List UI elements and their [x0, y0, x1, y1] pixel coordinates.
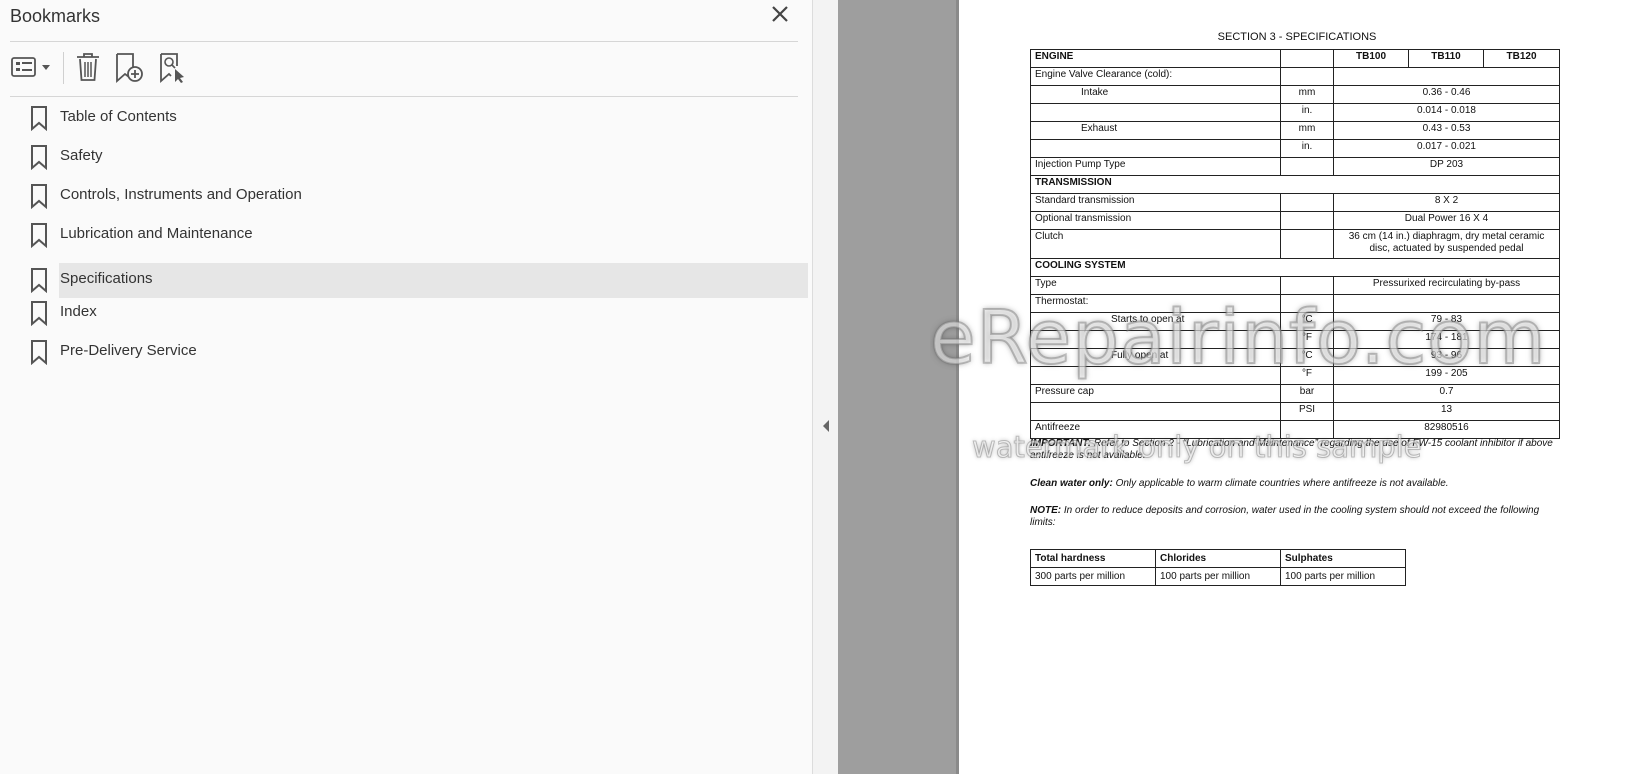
bookmark-label: Lubrication and Maintenance — [60, 225, 253, 242]
table-row: Starts to open at °C 79 - 83 — [1030, 312, 1560, 331]
table-row: Antifreeze 82980516 — [1030, 420, 1560, 439]
bookmark-icon — [30, 144, 48, 171]
close-icon[interactable] — [768, 2, 792, 26]
table-row: PSI 13 — [1030, 402, 1560, 421]
bookmark-icon — [30, 105, 48, 132]
bookmark-label: Safety — [60, 147, 103, 164]
table-row: Standard transmission 8 X 2 — [1030, 193, 1560, 212]
viewer-background — [838, 0, 959, 774]
collapse-panel-icon[interactable] — [821, 418, 831, 434]
bookmark-pre-delivery[interactable]: Pre-Delivery Service — [28, 335, 808, 370]
bookmark-label: Index — [60, 303, 97, 320]
bookmark-safety[interactable]: Safety — [28, 140, 808, 175]
trash-icon[interactable] — [75, 52, 101, 82]
bookmark-label: Controls, Instruments and Operation — [60, 186, 302, 203]
water-limits-table: Total hardness Chlorides Sulphates 300 p… — [1030, 549, 1406, 586]
bookmark-table-of-contents[interactable]: Table of Contents — [28, 101, 808, 136]
bookmark-icon — [30, 300, 48, 327]
section-title: SECTION 3 - SPECIFICATIONS — [1217, 31, 1377, 43]
table-row: °F 199 - 205 — [1030, 366, 1560, 385]
add-bookmark-icon[interactable] — [115, 52, 145, 84]
table-row: TRANSMISSION — [1030, 175, 1560, 194]
table-row: COOLING SYSTEM — [1030, 258, 1560, 277]
divider — [10, 96, 798, 97]
table-row: Engine Valve Clearance (cold): — [1030, 67, 1560, 86]
table-row: in. 0.017 - 0.021 — [1030, 139, 1560, 158]
bookmark-specifications[interactable]: Specifications — [28, 263, 808, 298]
bookmark-lubrication[interactable]: Lubrication and Maintenance — [28, 218, 808, 253]
table-row: 300 parts per million 100 parts per mill… — [1030, 567, 1406, 586]
table-row: Exhaust mm 0.43 - 0.53 — [1030, 121, 1560, 140]
bookmark-label: Specifications — [60, 270, 153, 287]
table-row: ENGINE TB100 TB110 TB120 — [1030, 49, 1560, 68]
bookmark-controls[interactable]: Controls, Instruments and Operation — [28, 179, 808, 214]
bookmark-label: Table of Contents — [60, 108, 177, 125]
table-row: Intake mm 0.36 - 0.46 — [1030, 85, 1560, 104]
bookmark-index[interactable]: Index — [28, 296, 808, 331]
panel-splitter[interactable] — [813, 0, 838, 774]
table-row: Fully open at °C 93 - 96 — [1030, 348, 1560, 367]
find-current-bookmark-icon[interactable] — [159, 52, 189, 84]
bookmark-icon — [30, 267, 48, 294]
bookmark-icon — [30, 339, 48, 366]
toolbar-separator — [63, 52, 64, 84]
table-row: in. 0.014 - 0.018 — [1030, 103, 1560, 122]
table-row: Type Pressurixed recirculating by-pass — [1030, 276, 1560, 295]
divider — [10, 41, 798, 42]
limits-note: NOTE: In order to reduce deposits and co… — [1030, 505, 1540, 528]
table-row: Clutch 36 cm (14 in.) diaphragm, dry meta… — [1030, 229, 1560, 259]
table-row: Pressure cap bar 0.7 — [1030, 384, 1560, 403]
bookmark-icon — [30, 183, 48, 210]
table-row: °F 174 - 181 — [1030, 330, 1560, 349]
bookmark-icon — [30, 222, 48, 249]
specifications-table: ENGINE TB100 TB110 TB120 Engine Valve Cl… — [1030, 49, 1560, 439]
table-row: Total hardness Chlorides Sulphates — [1030, 549, 1406, 568]
list-options-icon[interactable] — [11, 55, 53, 81]
bookmark-label: Pre-Delivery Service — [60, 342, 197, 359]
table-row: Thermostat: — [1030, 294, 1560, 313]
table-row: Optional transmission Dual Power 16 X 4 — [1030, 211, 1560, 230]
document-page: SECTION 3 - SPECIFICATIONS ENGINE TB100 … — [959, 0, 1635, 774]
clean-water-note: Clean water only: Only applicable to war… — [1030, 478, 1449, 489]
bookmarks-panel: Bookmarks Table of Contents Safety Contr… — [0, 0, 813, 774]
table-row: Injection Pump Type DP 203 — [1030, 157, 1560, 176]
important-note: IMPORTANT: Refer to Section 2 - “Lubrica… — [1030, 438, 1553, 461]
panel-title: Bookmarks — [10, 6, 101, 26]
